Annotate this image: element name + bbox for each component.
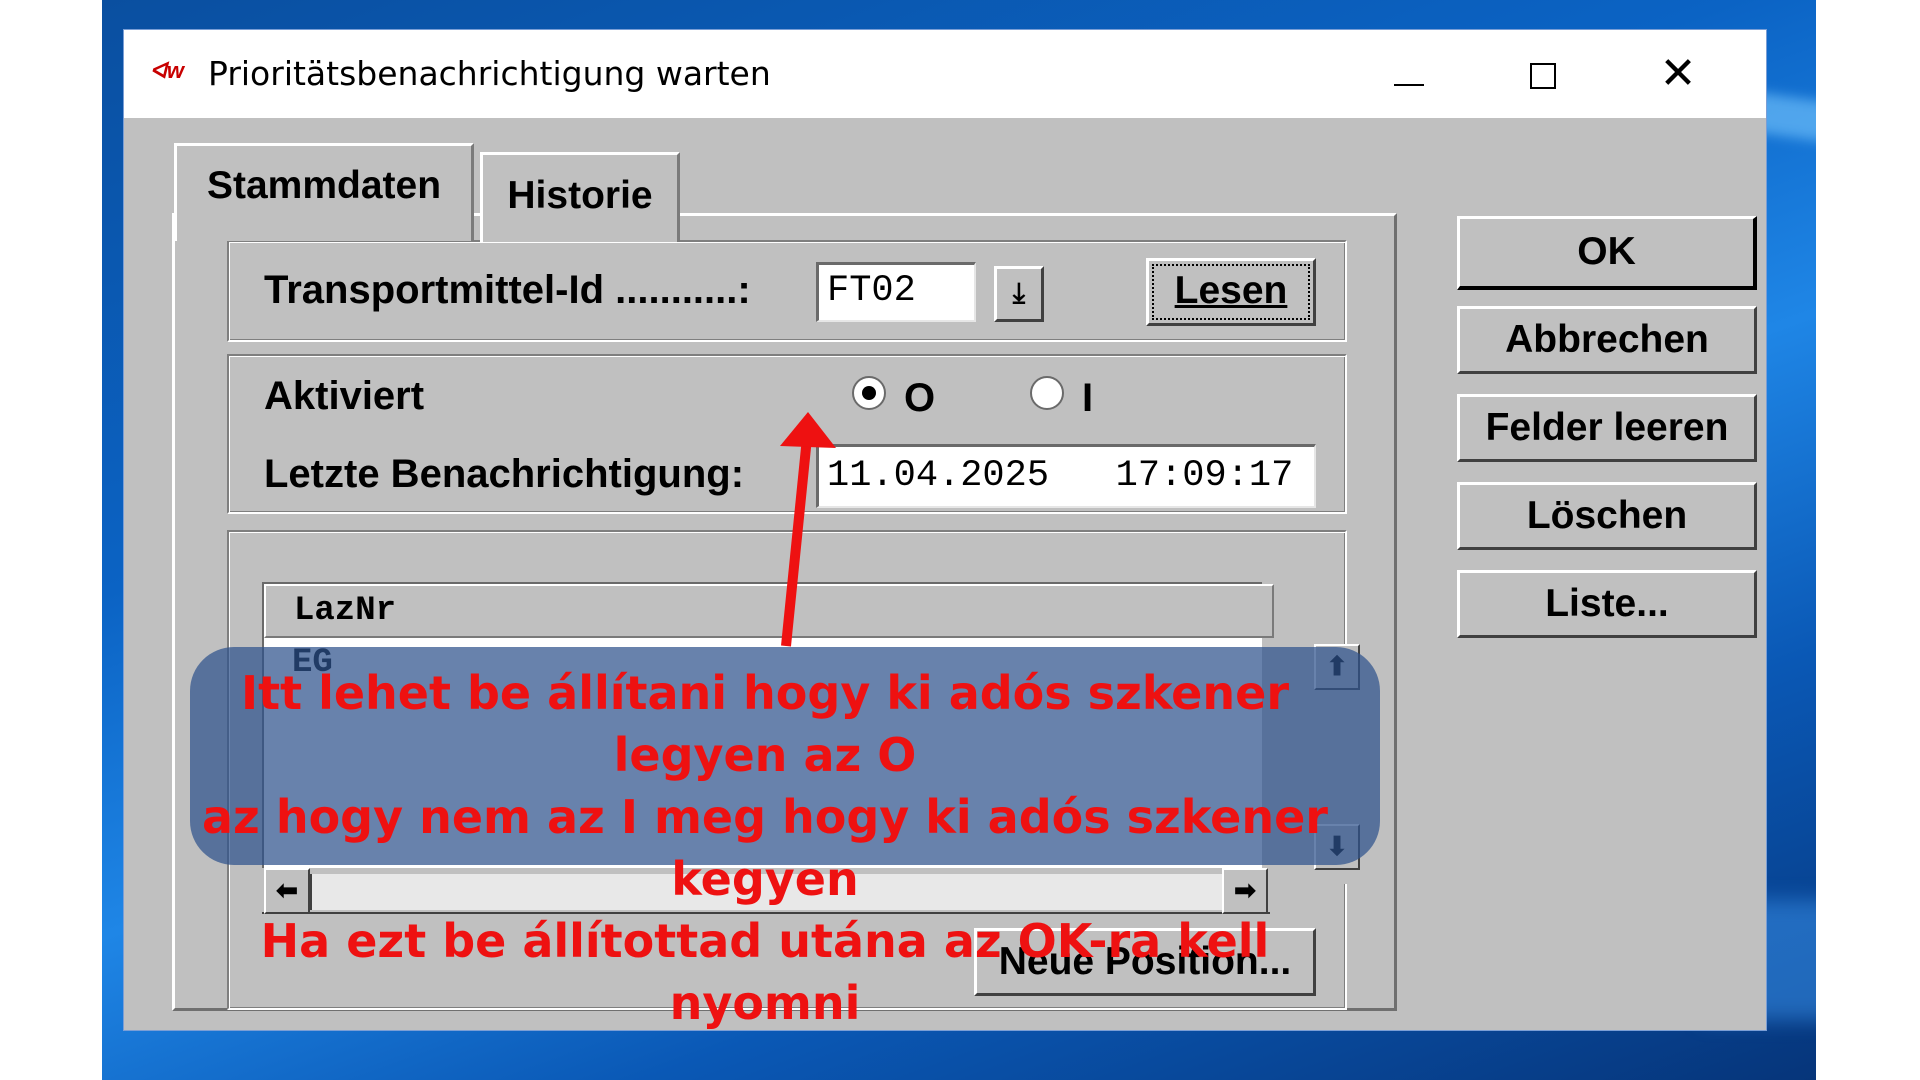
lesen-button-label: Lesen — [1174, 269, 1288, 312]
annotation-line-2: az hogy nem az I meg hogy ki adós szkene… — [202, 790, 1328, 906]
aktiviert-label: Aktiviert — [264, 374, 425, 418]
minimize-icon[interactable] — [1379, 44, 1439, 104]
list-header-laznr[interactable]: LazNr — [264, 584, 1274, 638]
liste-button[interactable]: Liste... — [1457, 570, 1757, 638]
annotation-line-1: Itt lehet be állítani hogy ki adós szken… — [240, 666, 1290, 782]
ok-button-label: OK — [1577, 230, 1636, 273]
radio-o-label: O — [904, 376, 936, 420]
radio-o[interactable] — [852, 376, 886, 410]
abbrechen-button[interactable]: Abbrechen — [1457, 306, 1757, 374]
transport-label: Transportmittel-Id ...........: — [264, 268, 751, 312]
ok-button[interactable]: OK — [1457, 216, 1757, 290]
dropdown-arrow-icon[interactable]: ⤓ — [994, 266, 1044, 322]
lesen-button[interactable]: Lesen — [1146, 258, 1316, 326]
radio-i[interactable] — [1030, 376, 1064, 410]
tab-historie[interactable]: Historie — [480, 152, 680, 242]
annotation-text: Itt lehet be állítani hogy ki adós szken… — [160, 662, 1370, 1034]
window-title: Prioritätsbenachrichtigung warten — [208, 54, 771, 93]
radio-i-label: I — [1082, 376, 1094, 420]
last-notification-label: Letzte Benachrichtigung: — [264, 452, 745, 496]
liste-button-label: Liste... — [1545, 582, 1669, 625]
felder-leeren-button[interactable]: Felder leeren — [1457, 394, 1757, 462]
felder-leeren-button-label: Felder leeren — [1485, 406, 1729, 449]
maximize-icon[interactable] — [1514, 44, 1574, 104]
app-logo-icon: ᐊw — [150, 58, 185, 83]
loeschen-button[interactable]: Löschen — [1457, 482, 1757, 550]
tab-stammdaten[interactable]: Stammdaten — [174, 143, 474, 241]
title-bar: ᐊw Prioritätsbenachrichtigung warten ✕ — [124, 30, 1766, 118]
transport-id-input[interactable]: FT02 — [816, 262, 976, 322]
loeschen-button-label: Löschen — [1526, 494, 1688, 537]
close-icon[interactable]: ✕ — [1648, 44, 1708, 104]
annotation-line-3: Ha ezt be állítottad utána az OK-ra kell… — [260, 914, 1270, 1030]
abbrechen-button-label: Abbrechen — [1505, 318, 1709, 361]
last-notification-field[interactable]: 11.04.2025 17:09:17 — [816, 444, 1316, 508]
